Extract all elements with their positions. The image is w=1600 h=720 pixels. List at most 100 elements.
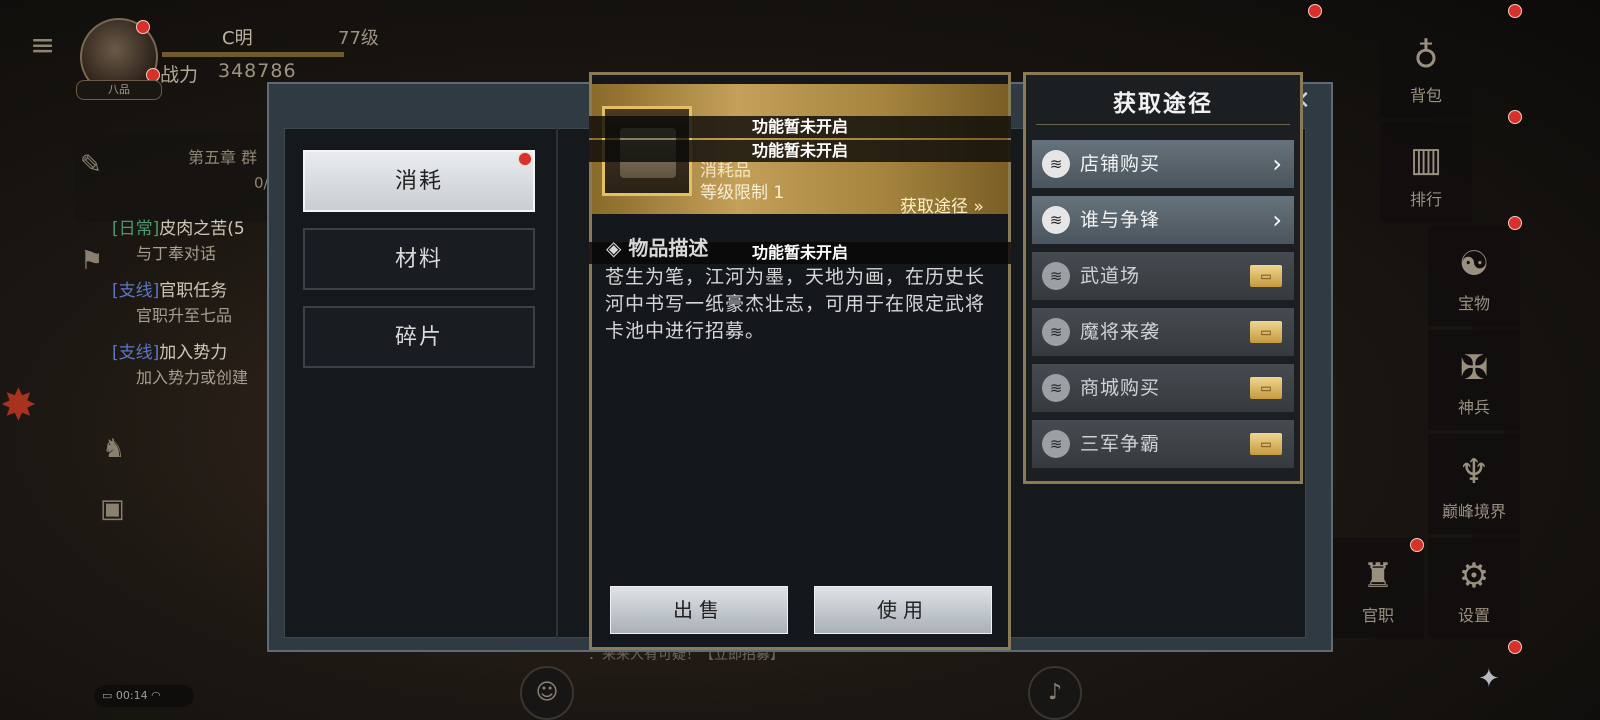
avatar-red-dot [136, 20, 150, 34]
official-icon: ♜ [1362, 556, 1394, 596]
chevron-right-icon: › [1272, 206, 1282, 234]
coin-stack-icon: ≋ [1042, 150, 1070, 178]
official-label: 官职 [1361, 606, 1394, 625]
description-body: 苍生为笔，江河为墨，天地为画，在历史长河中书写一纸豪杰壮志，可用于在限定武将卡池… [605, 266, 986, 342]
expand-icon[interactable]: ✦ [1478, 664, 1500, 694]
tab-fragments[interactable]: 碎片 [303, 306, 535, 368]
coin-stack-icon: ≋ [1042, 430, 1070, 458]
quest-item-1[interactable]: [支线]官职任务 [112, 276, 227, 301]
route-contest[interactable]: ≋ 谁与争锋 › [1032, 196, 1294, 244]
locked-ticket-icon: ▭ [1250, 321, 1282, 343]
route-label: 谁与争锋 [1080, 209, 1161, 231]
description-title-text: 物品描述 [628, 236, 709, 260]
quest-tag: [支线] [112, 343, 160, 363]
notification-dot [1308, 4, 1322, 18]
item-level-limit: 等级限制 1 [700, 183, 785, 203]
player-name: C明 [222, 28, 253, 49]
route-demon-raid[interactable]: ≋ 魔将来袭 ▭ [1032, 308, 1294, 356]
coin-stack-icon: ≋ [1042, 374, 1070, 402]
tab-consumables[interactable]: 消耗 [303, 150, 535, 212]
route-three-armies[interactable]: ≋ 三军争霸 ▭ [1032, 420, 1294, 468]
route-mall[interactable]: ≋ 商城购买 ▭ [1032, 364, 1294, 412]
friends-icon[interactable]: ☺ [520, 666, 574, 720]
use-button[interactable]: 使用 [814, 586, 992, 634]
quest-tag: [日常] [112, 219, 160, 239]
weapon-label: 神兵 [1457, 398, 1490, 417]
weapon-icon: ✠ [1459, 348, 1489, 388]
quest-scroll-icon[interactable]: ✎ [80, 150, 102, 180]
tab-label: 消耗 [394, 169, 443, 194]
route-arena[interactable]: ≋ 武道场 ▭ [1032, 252, 1294, 300]
route-label: 武道场 [1080, 265, 1141, 287]
tab-label: 材料 [394, 247, 443, 272]
xp-bar [162, 52, 344, 57]
bag-label: 背包 [1409, 86, 1442, 105]
notification-dot [1508, 4, 1522, 18]
status-time: 00:14 [115, 689, 148, 702]
diamond-icon: ◈ [606, 236, 629, 260]
peak-button[interactable]: ♆ 巅峰境界 [1428, 434, 1520, 534]
route-label: 商城购买 [1080, 377, 1161, 399]
toast-message: 功能暂未开启 [589, 116, 1011, 138]
quest-chapter: 第五章 群 [188, 148, 258, 167]
quest-sub: 加入势力或创建 [136, 368, 249, 387]
bag-icon: ♁ [1413, 36, 1439, 76]
treasure-button[interactable]: ☯ 宝物 [1428, 226, 1520, 326]
quest-item-2[interactable]: [支线]加入势力 [112, 338, 227, 363]
route-label: 店铺购买 [1080, 153, 1161, 175]
treasure-label: 宝物 [1457, 294, 1490, 313]
quest-title: 加入势力 [159, 343, 228, 363]
battery-indicator: ▭ 00:14 ◠ [94, 685, 194, 707]
voice-chat-icon[interactable]: ♪ [1028, 666, 1082, 720]
notification-dot [1508, 216, 1522, 230]
locked-ticket-icon: ▭ [1250, 377, 1282, 399]
peak-icon: ♆ [1458, 452, 1490, 492]
sell-button[interactable]: 出售 [610, 586, 788, 634]
quest-sub: 官职升至七品 [136, 306, 233, 325]
quest-title: 官职任务 [159, 281, 228, 301]
locked-ticket-icon: ▭ [1250, 433, 1282, 455]
ranking-icon: ▥ [1409, 140, 1443, 180]
player-level: 77级 [338, 28, 379, 49]
notification-dot [1410, 538, 1424, 552]
routes-divider [1036, 124, 1290, 125]
coin-stack-icon: ≋ [1042, 206, 1070, 234]
quest-tag: [支线] [112, 281, 160, 301]
horse-icon[interactable]: ♞ [102, 434, 125, 464]
route-shop[interactable]: ≋ 店铺购买 › [1032, 140, 1294, 188]
power-label: 战力 [160, 64, 199, 86]
settings-icon: ⚙ [1458, 556, 1490, 596]
tab-red-dot [518, 152, 532, 166]
settings-label: 设置 [1457, 606, 1490, 625]
description-title: ◈ 物品描述 [606, 232, 708, 261]
tab-materials[interactable]: 材料 [303, 228, 535, 290]
quest-item-0[interactable]: [日常]皮肉之苦(5 [112, 214, 245, 239]
treasure-icon: ☯ [1458, 244, 1490, 284]
settings-button[interactable]: ⚙ 设置 [1428, 538, 1520, 638]
tab-label: 碎片 [394, 325, 443, 350]
route-label: 魔将来袭 [1080, 321, 1161, 343]
coin-stack-icon: ≋ [1042, 318, 1070, 346]
quest-sub: 与丁奉对话 [136, 244, 217, 263]
peak-label: 巅峰境界 [1441, 502, 1506, 521]
faction-emblem-icon[interactable]: ✸ [0, 380, 37, 431]
weapon-button[interactable]: ✠ 神兵 [1428, 330, 1520, 430]
coin-stack-icon: ≋ [1042, 262, 1070, 290]
get-path-link[interactable]: 获取途径 » [900, 192, 984, 217]
bag-button[interactable]: ♁ 背包 [1380, 18, 1472, 118]
camera-icon[interactable]: ▣ [100, 494, 125, 524]
rank-badge: 八品 [76, 80, 162, 100]
power-value: 348786 [218, 60, 297, 82]
official-button[interactable]: ♜ 官职 [1332, 538, 1424, 638]
menu-lines-icon[interactable]: ≡ [30, 28, 55, 63]
routes-title: 获取途径 [1113, 91, 1213, 117]
ranking-button[interactable]: ▥ 排行 [1380, 122, 1472, 222]
flag-icon[interactable]: ⚑ [80, 246, 103, 276]
notification-dot [1508, 640, 1522, 654]
chevron-right-icon: › [1272, 150, 1282, 178]
ranking-label: 排行 [1409, 190, 1442, 209]
toast-message: 功能暂未开启 [589, 140, 1011, 162]
route-label: 三军争霸 [1080, 433, 1161, 455]
locked-ticket-icon: ▭ [1250, 265, 1282, 287]
quest-title: 皮肉之苦(5 [159, 219, 245, 239]
